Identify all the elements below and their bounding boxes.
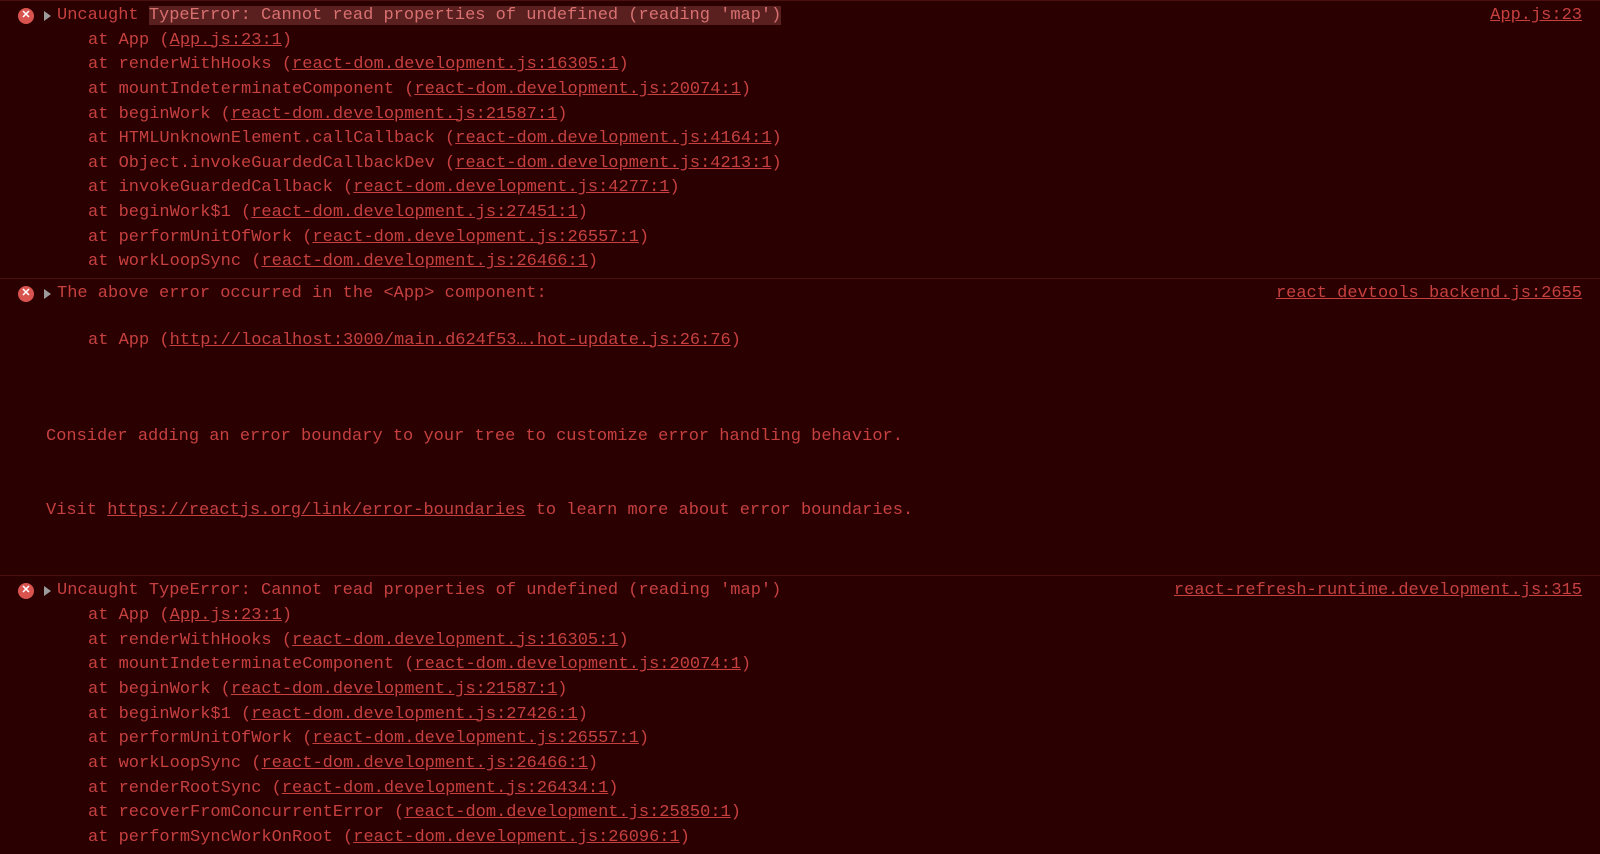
stack-link[interactable]: react-dom.development.js:27426:1 — [251, 705, 577, 724]
stack-frame: at invokeGuardedCallback (react-dom.deve… — [88, 176, 1600, 201]
stack-link[interactable]: react-dom.development.js:21587:1 — [231, 680, 557, 699]
source-link[interactable]: react_devtools_backend.js:2655 — [1276, 282, 1600, 307]
stack-frame: at renderRootSync (react-dom.development… — [88, 777, 1600, 802]
stack-link[interactable]: react-dom.development.js:20074:1 — [414, 655, 740, 674]
error-message: Uncaught TypeError: Cannot read properti… — [57, 4, 1460, 29]
stack-link[interactable]: react-dom.development.js:26466:1 — [261, 754, 587, 773]
console-error-entry: Uncaught TypeError: Cannot read properti… — [0, 575, 1600, 853]
stack-link[interactable]: react-dom.development.js:26434:1 — [282, 779, 608, 798]
console-error-entry: Uncaught TypeError: Cannot read properti… — [0, 0, 1600, 278]
stack-link[interactable]: react-dom.development.js:25850:1 — [404, 803, 730, 822]
error-highlighted-text: TypeError: Cannot read properties of und… — [149, 6, 782, 25]
error-icon — [18, 583, 34, 599]
stack-link[interactable]: App.js:23:1 — [170, 606, 282, 625]
stack-link[interactable]: react-dom.development.js:4213:1 — [455, 154, 771, 173]
entry-header: The above error occurred in the <App> co… — [0, 282, 1600, 307]
error-message: Uncaught TypeError: Cannot read properti… — [57, 579, 1144, 604]
stack-frame: at workLoopSync (react-dom.development.j… — [88, 752, 1600, 777]
error-icon — [18, 286, 34, 302]
stack-link[interactable]: react-dom.development.js:26096:1 — [353, 828, 679, 847]
stack-trace: at App (App.js:23:1) at renderWithHooks … — [0, 604, 1600, 850]
stack-frame: at App (http://localhost:3000/main.d624f… — [88, 329, 1600, 354]
message-row: Uncaught TypeError: Cannot read properti… — [57, 4, 1600, 29]
stack-frame: at performUnitOfWork (react-dom.developm… — [88, 727, 1600, 752]
stack-frame: at mountIndeterminateComponent (react-do… — [88, 78, 1600, 103]
console-error-entry: The above error occurred in the <App> co… — [0, 278, 1600, 575]
stack-link[interactable]: react-dom.development.js:4277:1 — [353, 178, 669, 197]
stack-link[interactable]: react-dom.development.js:4164:1 — [455, 129, 771, 148]
stack-link[interactable]: react-dom.development.js:26557:1 — [312, 228, 638, 247]
stack-link[interactable]: react-dom.development.js:20074:1 — [414, 80, 740, 99]
source-link[interactable]: App.js:23 — [1490, 4, 1600, 29]
stack-frame: at renderWithHooks (react-dom.developmen… — [88, 629, 1600, 654]
stack-link[interactable]: react-dom.development.js:27451:1 — [251, 203, 577, 222]
stack-link[interactable]: App.js:23:1 — [170, 31, 282, 50]
stack-frame: at workLoopSync (react-dom.development.j… — [88, 250, 1600, 275]
hint-line: Visit https://reactjs.org/link/error-bou… — [46, 499, 1600, 524]
error-hint: Consider adding an error boundary to you… — [0, 375, 1600, 572]
stack-frame: at App (App.js:23:1) — [88, 29, 1600, 54]
stack-frame: at beginWork (react-dom.development.js:2… — [88, 678, 1600, 703]
stack-frame: at App (App.js:23:1) — [88, 604, 1600, 629]
stack-frame: at performUnitOfWork (react-dom.developm… — [88, 226, 1600, 251]
error-prefix: Uncaught — [57, 6, 149, 25]
stack-frame: at beginWork$1 (react-dom.development.js… — [88, 703, 1600, 728]
stack-frame: at beginWork$1 (react-dom.development.js… — [88, 201, 1600, 226]
stack-link[interactable]: http://localhost:3000/main.d624f53….hot-… — [170, 331, 731, 350]
entry-header: Uncaught TypeError: Cannot read properti… — [0, 4, 1600, 29]
stack-link[interactable]: react-dom.development.js:26466:1 — [261, 252, 587, 271]
entry-header: Uncaught TypeError: Cannot read properti… — [0, 579, 1600, 604]
docs-link[interactable]: https://reactjs.org/link/error-boundarie… — [107, 501, 525, 520]
message-row: Uncaught TypeError: Cannot read properti… — [57, 579, 1600, 604]
expand-arrow-icon[interactable] — [44, 11, 51, 21]
stack-frame: at beginWork (react-dom.development.js:2… — [88, 103, 1600, 128]
error-message: The above error occurred in the <App> co… — [57, 282, 1246, 307]
source-link[interactable]: react-refresh-runtime.development.js:315 — [1174, 579, 1600, 604]
stack-frame: at performSyncWorkOnRoot (react-dom.deve… — [88, 826, 1600, 851]
stack-frame: at mountIndeterminateComponent (react-do… — [88, 653, 1600, 678]
stack-frame: at renderWithHooks (react-dom.developmen… — [88, 53, 1600, 78]
stack-frame: at Object.invokeGuardedCallbackDev (reac… — [88, 152, 1600, 177]
stack-frame: at recoverFromConcurrentError (react-dom… — [88, 801, 1600, 826]
stack-link[interactable]: react-dom.development.js:16305:1 — [292, 55, 618, 74]
expand-arrow-icon[interactable] — [44, 289, 51, 299]
error-icon — [18, 8, 34, 24]
message-row: The above error occurred in the <App> co… — [57, 282, 1600, 307]
stack-link[interactable]: react-dom.development.js:16305:1 — [292, 631, 618, 650]
stack-trace: at App (http://localhost:3000/main.d624f… — [0, 329, 1600, 354]
stack-frame: at HTMLUnknownElement.callCallback (reac… — [88, 127, 1600, 152]
stack-trace: at App (App.js:23:1) at renderWithHooks … — [0, 29, 1600, 275]
hint-line: Consider adding an error boundary to you… — [46, 425, 1600, 450]
stack-link[interactable]: react-dom.development.js:21587:1 — [231, 105, 557, 124]
stack-link[interactable]: react-dom.development.js:26557:1 — [312, 729, 638, 748]
expand-arrow-icon[interactable] — [44, 586, 51, 596]
